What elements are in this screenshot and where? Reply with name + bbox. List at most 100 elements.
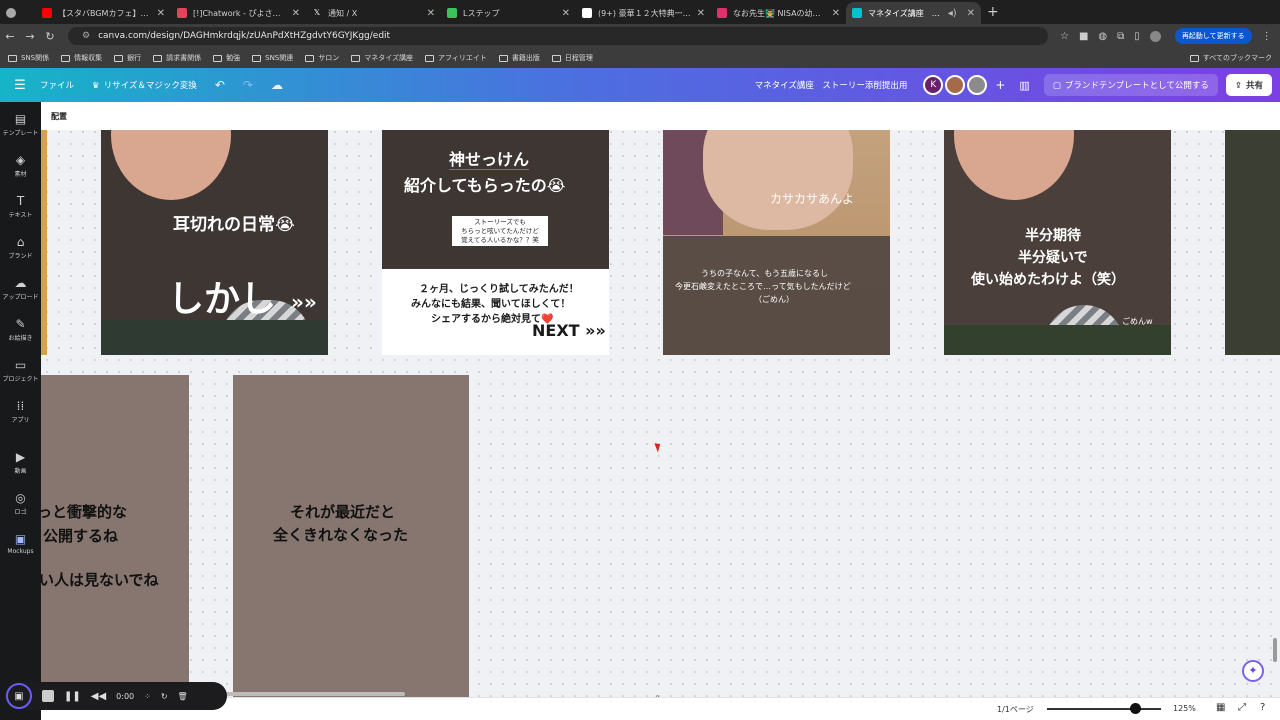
browser-tab[interactable] [0,2,36,24]
trash-icon[interactable]: 🗑 [178,692,188,701]
vertical-scrollbar[interactable] [1273,638,1277,662]
bookmark-folder[interactable]: 書籍出版 [498,53,540,63]
restart-icon[interactable]: ↻ [161,692,168,701]
close-icon[interactable]: ✕ [697,8,705,19]
logo-icon: ◎ [15,491,26,505]
expand-icon[interactable]: ⌃ [654,694,661,703]
bookmark-folder[interactable]: サロン [305,53,339,63]
folder-icon [61,54,71,62]
close-icon[interactable]: ✕ [967,8,975,19]
file-menu[interactable]: ファイル [40,79,74,91]
help-icon[interactable]: ? [1260,702,1265,713]
bookmark-folder[interactable]: SNS関連 [252,53,293,63]
design-page[interactable]: 半分期待 半分疑いで 使い始めたわけよ（笑） ごめんw [944,130,1171,355]
horizontal-scrollbar[interactable] [225,692,405,696]
sidebar-item-draw[interactable]: ✎ お絵描き [0,317,41,342]
bookmark-folder[interactable]: アフィリエイト [425,53,487,63]
add-collaborator-icon[interactable]: + [995,78,1005,92]
pause-icon[interactable]: ❚❚ [64,691,81,702]
relaunch-button[interactable]: 再起動して更新する [1174,28,1252,44]
brand-template-button[interactable]: ▢ ブランドテンプレートとして公開する [1043,74,1218,96]
sidebar-item-video[interactable]: ▶ 動画 [0,450,41,475]
puzzle-icon[interactable]: ⧉ [1117,31,1124,42]
sidebar-item-mockups[interactable]: ▣ Mockups [0,532,41,555]
avatar[interactable]: K [923,75,944,95]
insights-icon[interactable]: ▥ [1019,79,1029,92]
browser-tab[interactable]: (9+) 豪華１２大特典一覧（後期 ✕ [576,2,711,24]
reload-icon[interactable]: ↻ [40,30,60,43]
resize-button[interactable]: ♛ リサイズ＆マジック変換 [92,79,197,91]
zoom-slider[interactable] [1047,708,1161,710]
close-icon[interactable]: ✕ [157,8,165,19]
design-canvas[interactable]: 配置 耳切れの日常😭 しかし »» 神せっけん 紹介してもらったの😭 ストーリー… [41,102,1280,720]
close-icon[interactable]: ✕ [832,8,840,19]
avatar[interactable] [967,75,988,95]
new-tab-button[interactable]: + [987,4,999,20]
redo-icon[interactable]: ↷ [243,78,253,92]
all-bookmarks[interactable]: すべてのブックマーク [1189,53,1272,63]
rewind-icon[interactable]: ◀◀ [91,691,106,702]
site-info-icon[interactable]: ⚙ [82,31,90,41]
design-page[interactable]: それが最近だと 全くきれなくなった [233,375,469,705]
design-page[interactable]: カサカサあんよ うちの子なんて、もう五歳になるし 今更石鹸変えたところで…って気… [663,130,890,355]
grid-view-icon[interactable]: ▦ [1216,702,1225,713]
forward-icon[interactable]: → [20,30,40,43]
sidebar-item-templates[interactable]: ▤ テンプレート [0,112,41,137]
bookmark-folder[interactable]: 勉強 [213,53,240,63]
extension-icon[interactable]: ■ [1079,31,1088,42]
bookmark-folder[interactable]: 日程管理 [551,53,593,63]
arrange-label[interactable]: 配置 [41,102,1280,130]
undo-icon[interactable]: ↶ [215,78,225,92]
template-icon: ▢ [1052,81,1061,91]
camera-icon[interactable]: ▣ [6,683,32,709]
bookmark-folder[interactable]: 銀行 [114,53,141,63]
browser-tab[interactable]: 【スタバBGMカフェ】新しい日 ✕ [36,2,171,24]
design-page[interactable]: っと衝撃的な 公開するね い人は見ないでね [41,375,189,705]
browser-tab[interactable]: Lステップ ✕ [441,2,576,24]
bookmark-folder[interactable]: 情報収集 [61,53,102,63]
page-count[interactable]: 1/1ページ [997,704,1034,715]
sidebar-item-brand[interactable]: ⌂ ブランド [0,235,41,260]
grid-icon[interactable]: ⁘ [144,692,151,701]
avatar[interactable] [945,75,966,95]
zoom-slider-knob[interactable] [1130,703,1141,714]
back-icon[interactable]: ← [0,30,20,43]
menu-icon[interactable]: ☰ [0,78,40,93]
close-icon[interactable]: ✕ [292,8,300,19]
browser-tab[interactable]: 𝕏 通知 / X ✕ [306,2,441,24]
share-button[interactable]: ⇪ 共有 [1225,74,1272,96]
sidebar-item-elements[interactable]: ◈ 素材 [0,153,41,178]
document-title[interactable]: マネタイズ講座 ストーリー添削提出用 [755,79,908,91]
sidebar-item-apps[interactable]: ⁞⁞ アプリ [0,399,41,424]
sidebar-item-logo[interactable]: ◎ ロゴ [0,491,41,516]
design-page-partial[interactable] [41,130,47,355]
close-icon[interactable]: ✕ [427,8,435,19]
browser-tab-active[interactable]: マネタイズ講座 ストーリー ◂) ✕ [846,2,981,24]
fullscreen-icon[interactable]: ⤢ [1238,702,1246,713]
design-page-partial[interactable] [1225,130,1280,355]
bookmark-star-icon[interactable]: ☆ [1060,31,1069,42]
sidebar-item-projects[interactable]: ▭ プロジェクト [0,358,41,383]
magic-assistant-button[interactable]: ✦ [1242,660,1264,682]
more-icon[interactable]: ⋮ [1262,31,1272,42]
sidebar-item-uploads[interactable]: ☁ アップロード [0,276,41,301]
apps-icon: ⁞⁞ [16,399,25,413]
profile-avatar[interactable] [1149,30,1161,42]
sidebar-item-text[interactable]: T テキスト [0,194,41,219]
bookmark-folder[interactable]: SNS関係 [8,53,49,63]
stop-button[interactable] [42,690,54,702]
cloud-save-icon[interactable]: ☁ [271,78,283,92]
zoom-level[interactable]: 125% [1173,704,1196,713]
browser-tab[interactable]: なお先生👨‍🏫 NISAの幼稚園🌈🍼 ✕ [711,2,846,24]
bookmark-folder[interactable]: マネタイズ講座 [351,53,413,63]
extension-icon[interactable]: ◍ [1098,31,1107,42]
sidepanel-icon[interactable]: ▯ [1134,31,1140,42]
design-page[interactable]: 神せっけん 紹介してもらったの😭 ストーリーズでも ちらっと呟いてたんだけど 覚… [382,130,609,355]
design-page[interactable]: 耳切れの日常😭 しかし »» [101,130,328,355]
browser-tab[interactable]: [!]Chatwork - ぴよさん個別通 ✕ [171,2,306,24]
notion-icon [582,8,592,18]
slide-title: 神せっけん [449,150,530,169]
url-input[interactable]: ⚙ canva.com/design/DAGHmkrdqjk/zUAnPdXtH… [68,27,1048,45]
bookmark-folder[interactable]: 請求書関係 [153,53,201,63]
close-icon[interactable]: ✕ [562,8,570,19]
